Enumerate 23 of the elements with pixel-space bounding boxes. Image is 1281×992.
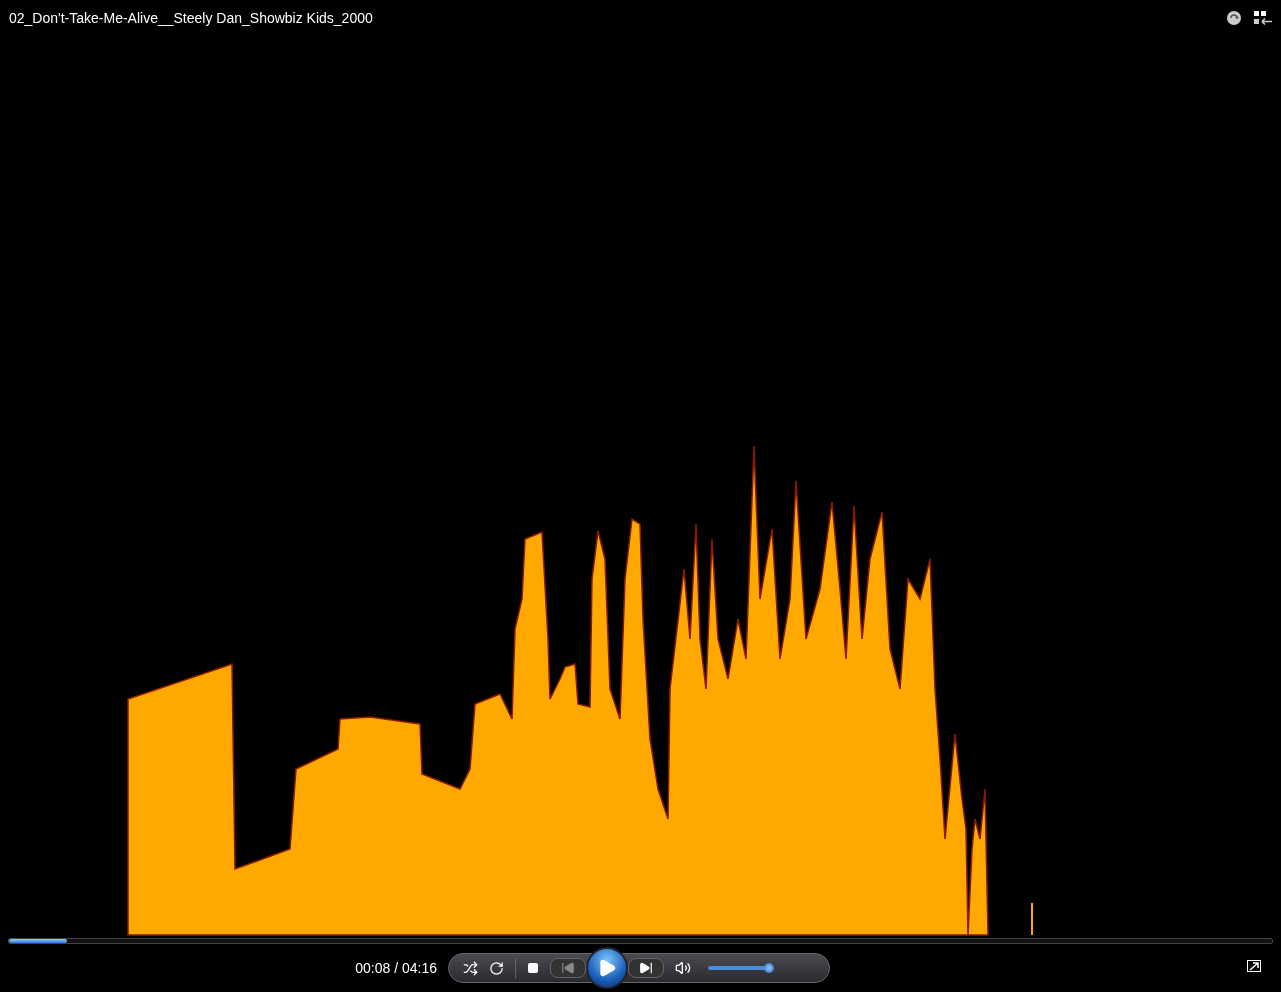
shuffle-button[interactable] [463, 960, 478, 976]
speaker-icon [675, 960, 691, 976]
next-button[interactable] [628, 958, 664, 978]
previous-button[interactable] [550, 958, 586, 978]
window-arrow-icon [1247, 960, 1261, 972]
shuffle-icon [463, 960, 478, 976]
repeat-button[interactable] [489, 960, 504, 976]
stop-button[interactable] [527, 962, 539, 974]
time-display: 00:08 / 04:16 [354, 960, 437, 976]
grid-arrow-icon [1254, 10, 1272, 26]
mute-button[interactable] [675, 960, 691, 976]
play-button[interactable] [586, 947, 628, 989]
stop-icon [527, 962, 539, 974]
mini-mode-button[interactable] [1247, 960, 1261, 972]
next-icon [639, 961, 653, 975]
repeat-icon [489, 960, 504, 976]
play-icon [597, 958, 617, 978]
view-switch-button[interactable] [1254, 10, 1272, 26]
seek-bar[interactable] [8, 938, 1273, 944]
window-title: 02_Don't-Take-Me-Alive__Steely Dan_Showbiz Kids_2000 [9, 10, 373, 26]
volume-slider[interactable] [708, 963, 774, 973]
volume-thumb[interactable] [764, 963, 775, 973]
previous-icon [561, 961, 575, 975]
